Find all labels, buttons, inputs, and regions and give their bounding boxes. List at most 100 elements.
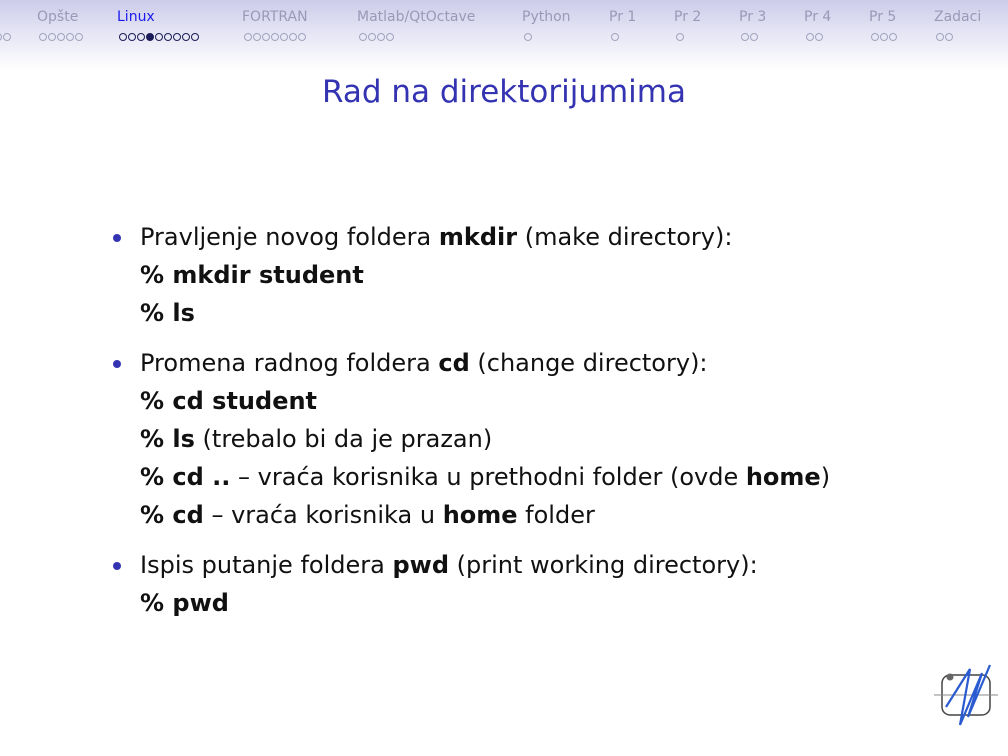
- nav-dot[interactable]: [611, 33, 619, 41]
- nav-dot[interactable]: [386, 33, 394, 41]
- nav-section-pr-5[interactable]: Pr 5: [869, 9, 896, 25]
- nav-dot[interactable]: [806, 33, 814, 41]
- text: Pravljenje novog foldera: [140, 223, 439, 251]
- bold-text: cd: [438, 349, 470, 377]
- bold-text: home: [442, 501, 518, 529]
- bullet-item: Pravljenje novog foldera mkdir (make dir…: [110, 220, 830, 334]
- slide-content: Pravljenje novog foldera mkdir (make dir…: [110, 220, 830, 636]
- nav-dot[interactable]: [173, 33, 181, 41]
- nav-section-pr-4[interactable]: Pr 4: [804, 9, 831, 25]
- bold-text: % ls: [140, 299, 195, 327]
- bullet-item: Ispis putanje foldera pwd (print working…: [110, 548, 830, 624]
- university-logo-icon: [934, 664, 998, 726]
- nav-slide-dots: [676, 33, 684, 41]
- command-line: % cd – vraća korisnika u home folder: [140, 498, 830, 536]
- command-line: % cd .. – vraća korisnika u prethodni fo…: [140, 460, 830, 498]
- bullet-text: Ispis putanje foldera pwd (print working…: [140, 548, 830, 586]
- nav-dot[interactable]: [253, 33, 261, 41]
- bullet-item: Promena radnog foldera cd (change direct…: [110, 346, 830, 536]
- nav-dot[interactable]: [676, 33, 684, 41]
- text: Promena radnog foldera: [140, 349, 439, 377]
- slide-title: Rad na direktorijumima: [321, 74, 686, 110]
- nav-section-linux[interactable]: Linux: [117, 9, 155, 25]
- nav-slide-dots: [359, 33, 394, 41]
- nav-dot[interactable]: [146, 33, 154, 41]
- nav-dot[interactable]: [298, 33, 306, 41]
- bold-text: pwd: [392, 551, 449, 579]
- nav-dot[interactable]: [48, 33, 56, 41]
- text: ): [820, 463, 831, 491]
- nav-slide-dots: [39, 33, 83, 41]
- bold-text: mkdir: [438, 223, 518, 251]
- nav-dot[interactable]: [377, 33, 385, 41]
- nav-dot[interactable]: [880, 33, 888, 41]
- nav-slide-dots: [524, 33, 532, 41]
- nav-dot[interactable]: [191, 33, 199, 41]
- nav-dot[interactable]: [815, 33, 823, 41]
- bold-text: home: [745, 463, 821, 491]
- nav-dot[interactable]: [3, 33, 11, 41]
- text: – vraća korisnika u: [203, 501, 443, 529]
- text: folder: [517, 501, 595, 529]
- nav-dot[interactable]: [164, 33, 172, 41]
- nav-section-fortran[interactable]: FORTRAN: [242, 9, 308, 25]
- text: Ispis putanje foldera: [140, 551, 393, 579]
- nav-dot[interactable]: [182, 33, 190, 41]
- nav-slide-dots: [806, 33, 823, 41]
- bold-text: % mkdir student: [140, 261, 364, 289]
- nav-dot[interactable]: [155, 33, 163, 41]
- nav-dot[interactable]: [280, 33, 288, 41]
- bold-text: % cd student: [140, 387, 318, 415]
- nav-dot[interactable]: [889, 33, 897, 41]
- nav-section-zadaci[interactable]: Zadaci: [934, 9, 981, 25]
- nav-dot[interactable]: [75, 33, 83, 41]
- nav-dot[interactable]: [137, 33, 145, 41]
- bullet-text: Pravljenje novog foldera mkdir (make dir…: [140, 220, 830, 258]
- nav-dot[interactable]: [57, 33, 65, 41]
- nav-section-python[interactable]: Python: [522, 9, 571, 25]
- nav-dot[interactable]: [66, 33, 74, 41]
- command-line: % pwd: [140, 586, 830, 624]
- nav-dot[interactable]: [289, 33, 297, 41]
- bullet-icon: [113, 562, 121, 570]
- nav-section-pr-3[interactable]: Pr 3: [739, 9, 766, 25]
- nav-dot[interactable]: [945, 33, 953, 41]
- text: (trebalo bi da je prazan): [194, 425, 493, 453]
- nav-dot[interactable]: [119, 33, 127, 41]
- nav-slide-dots: [936, 33, 953, 41]
- nav-dot[interactable]: [871, 33, 879, 41]
- nav-dot[interactable]: [750, 33, 758, 41]
- nav-slide-dots: [119, 33, 199, 41]
- text: – vraća korisnika u prethodni folder (ov…: [230, 463, 746, 491]
- navigation-header: Opšte Linux FORTRAN Matlab/QtOctave Python Pr…: [0, 0, 1008, 70]
- nav-slide-dots: [871, 33, 897, 41]
- text: (change directory):: [469, 349, 708, 377]
- text: (print working directory):: [449, 551, 758, 579]
- nav-section-matlab-qtoctave[interactable]: Matlab/QtOctave: [357, 9, 475, 25]
- nav-section-pr-2[interactable]: Pr 2: [674, 9, 701, 25]
- nav-section-op-te[interactable]: Opšte: [37, 9, 78, 25]
- nav-dot[interactable]: [359, 33, 367, 41]
- nav-slide-dots: [244, 33, 306, 41]
- nav-dot[interactable]: [936, 33, 944, 41]
- nav-dot[interactable]: [271, 33, 279, 41]
- command-line: % ls: [140, 296, 830, 334]
- nav-dot[interactable]: [524, 33, 532, 41]
- nav-dot[interactable]: [128, 33, 136, 41]
- nav-dot[interactable]: [741, 33, 749, 41]
- nav-dot[interactable]: [368, 33, 376, 41]
- command-line: % ls (trebalo bi da je prazan): [140, 422, 830, 460]
- bullet-icon: [113, 360, 121, 368]
- previous-section-dots: [0, 33, 11, 41]
- bold-text: % cd ..: [140, 463, 231, 491]
- nav-dot[interactable]: [0, 33, 2, 41]
- bullet-text: Promena radnog foldera cd (change direct…: [140, 346, 830, 384]
- bold-text: % cd: [140, 501, 204, 529]
- nav-dot[interactable]: [262, 33, 270, 41]
- nav-section-pr-1[interactable]: Pr 1: [609, 9, 636, 25]
- bold-text: % pwd: [140, 589, 229, 617]
- nav-slide-dots: [611, 33, 619, 41]
- text: (make directory):: [517, 223, 733, 251]
- nav-dot[interactable]: [39, 33, 47, 41]
- nav-dot[interactable]: [244, 33, 252, 41]
